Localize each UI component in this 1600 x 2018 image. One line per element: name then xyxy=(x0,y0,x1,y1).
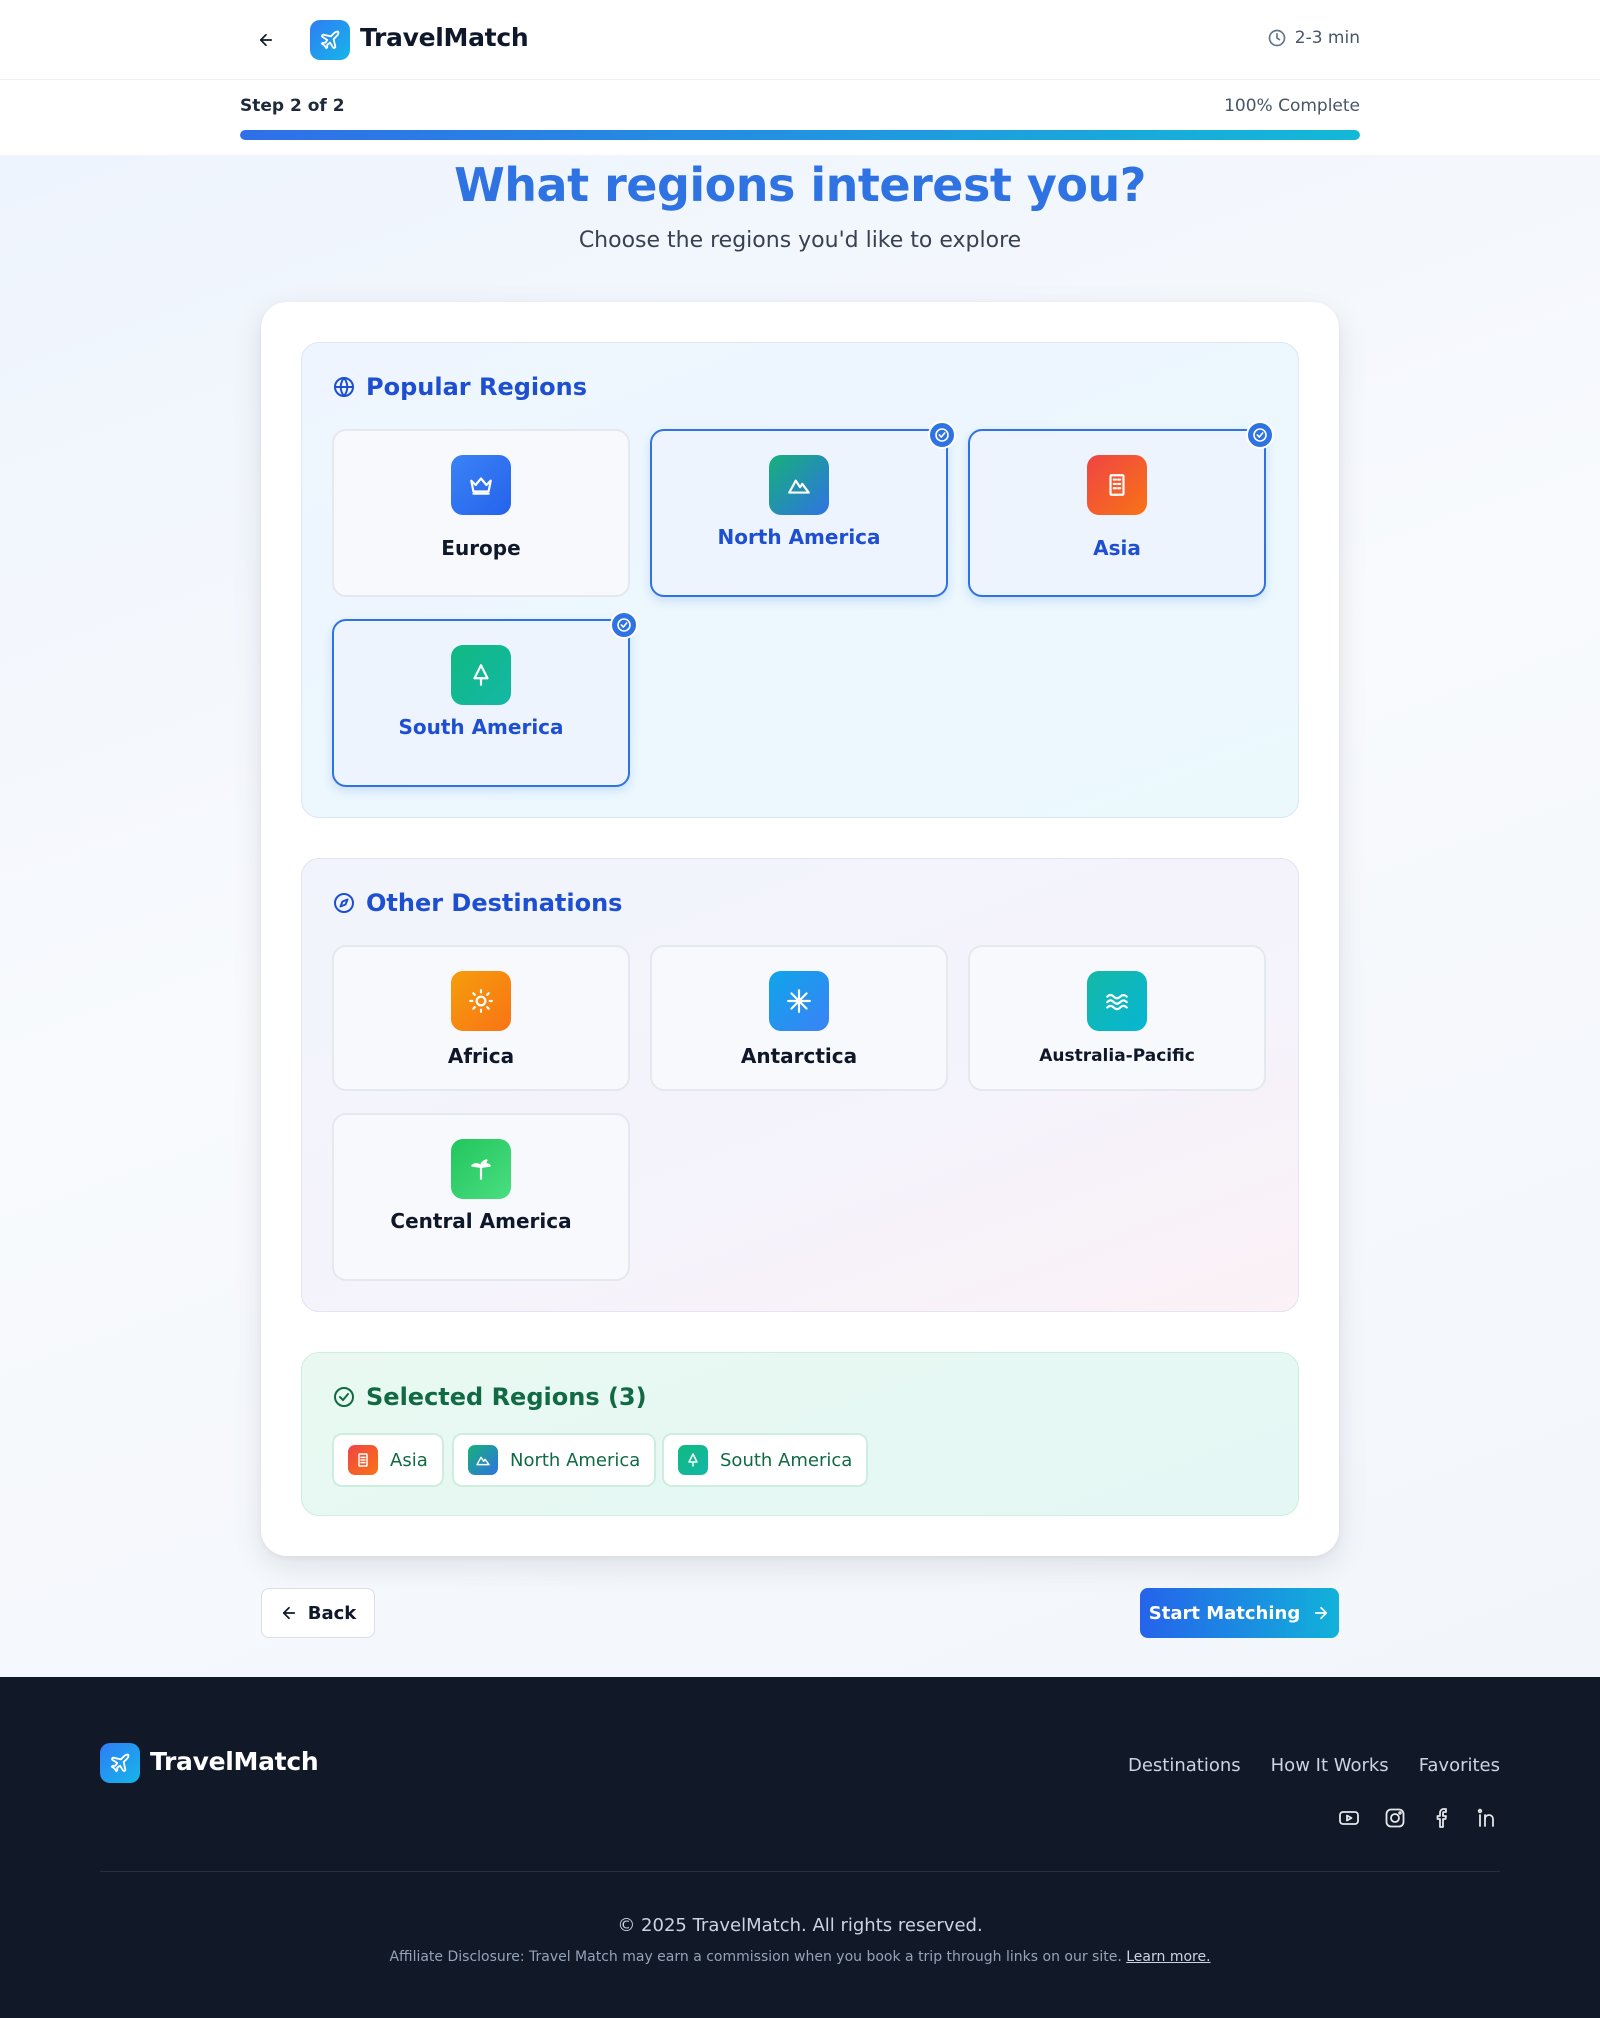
check-circle-icon xyxy=(610,611,638,639)
other-destinations-title: Other Destinations xyxy=(366,889,623,917)
brand-name[interactable]: TravelMatch xyxy=(360,23,529,52)
region-tile-north-america[interactable]: North America xyxy=(650,421,956,597)
progress-bar xyxy=(240,130,1360,140)
top-header: TravelMatch 2-3 min xyxy=(0,0,1600,80)
palm-icon xyxy=(451,1139,511,1199)
region-tile-central-america[interactable]: Central America xyxy=(332,1113,630,1281)
page-title: What regions interest you? xyxy=(454,158,1146,212)
page-footer: TravelMatch Destinations How It Works Fa… xyxy=(0,1677,1600,2018)
plane-logo-icon[interactable] xyxy=(100,1743,140,1783)
check-circle-icon xyxy=(332,1385,356,1409)
back-arrow-icon[interactable] xyxy=(252,26,280,54)
social-links xyxy=(1336,1805,1500,1831)
learn-more-link[interactable]: Learn more. xyxy=(1126,1949,1210,1965)
region-label: North America xyxy=(717,525,881,549)
footer-link-favorites[interactable]: Favorites xyxy=(1419,1755,1500,1776)
waves-icon xyxy=(1087,971,1147,1031)
selected-chip-south-america[interactable]: South America xyxy=(662,1433,869,1487)
selected-chip-north-america[interactable]: North America xyxy=(452,1433,657,1487)
selected-chip-asia[interactable]: Asia xyxy=(332,1433,444,1487)
sun-icon xyxy=(451,971,511,1031)
time-estimate: 2-3 min xyxy=(1267,28,1360,48)
check-circle-icon xyxy=(928,421,956,449)
region-label: Australia-Pacific xyxy=(1039,1046,1195,1066)
page-subtitle: Choose the regions you'd like to explore xyxy=(578,228,1022,253)
progress-bar-fill xyxy=(240,130,1360,140)
youtube-icon[interactable] xyxy=(1336,1805,1362,1831)
chip-label: Asia xyxy=(390,1449,428,1471)
instagram-icon[interactable] xyxy=(1382,1805,1408,1831)
affiliate-disclosure: Affiliate Disclosure: Travel Match may e… xyxy=(0,1949,1600,1965)
popular-regions-heading: Popular Regions xyxy=(332,373,587,401)
region-tile-africa[interactable]: Africa xyxy=(332,945,630,1091)
selected-regions-title: Selected Regions (3) xyxy=(366,1383,647,1411)
check-circle-icon xyxy=(1246,421,1274,449)
popular-regions-title: Popular Regions xyxy=(366,373,587,401)
selected-regions-section: Selected Regions (3) Asia North America … xyxy=(301,1352,1299,1516)
tree-icon xyxy=(451,645,511,705)
selected-regions-heading: Selected Regions (3) xyxy=(332,1383,647,1411)
step-label: Step 2 of 2 xyxy=(240,96,345,116)
chip-label: North America xyxy=(510,1449,641,1471)
building-icon xyxy=(348,1445,378,1475)
footer-brand[interactable]: TravelMatch xyxy=(150,1747,319,1776)
chip-label: South America xyxy=(720,1449,853,1471)
region-tile-australia-pacific[interactable]: Australia-Pacific xyxy=(968,945,1266,1091)
tree-icon xyxy=(678,1445,708,1475)
affiliate-text: Affiliate Disclosure: Travel Match may e… xyxy=(389,1949,1122,1965)
region-tile-antarctica[interactable]: Antarctica xyxy=(650,945,948,1091)
snowflake-icon xyxy=(769,971,829,1031)
compass-icon xyxy=(332,891,356,915)
selection-card: Popular Regions Europe North America Asi… xyxy=(261,302,1339,1556)
region-label: Asia xyxy=(1093,536,1141,560)
region-tile-asia[interactable]: Asia xyxy=(968,421,1274,597)
mountain-icon xyxy=(468,1445,498,1475)
globe-icon xyxy=(332,375,356,399)
region-label: Central America xyxy=(390,1209,572,1233)
facebook-icon[interactable] xyxy=(1428,1805,1454,1831)
percent-label: 100% Complete xyxy=(1224,96,1360,116)
progress-section: Step 2 of 2 100% Complete xyxy=(0,80,1600,155)
copyright: © 2025 TravelMatch. All rights reserved. xyxy=(617,1915,983,1936)
footer-links: Destinations How It Works Favorites xyxy=(1128,1755,1500,1776)
footer-link-destinations[interactable]: Destinations xyxy=(1128,1755,1241,1776)
other-destinations-section: Other Destinations Africa Antarctica Aus… xyxy=(301,858,1299,1312)
arrow-left-icon xyxy=(280,1604,298,1622)
region-tile-south-america[interactable]: South America xyxy=(332,611,638,787)
building-icon xyxy=(1087,455,1147,515)
start-matching-button[interactable]: Start Matching xyxy=(1140,1588,1339,1638)
footer-link-how-it-works[interactable]: How It Works xyxy=(1271,1755,1389,1776)
back-button-label: Back xyxy=(307,1602,357,1624)
plane-logo-icon[interactable] xyxy=(310,20,350,60)
popular-regions-section: Popular Regions Europe North America Asi… xyxy=(301,342,1299,818)
region-label: Africa xyxy=(447,1044,515,1068)
footer-divider xyxy=(100,1871,1500,1872)
region-label: South America xyxy=(398,715,564,739)
mountain-icon xyxy=(769,455,829,515)
back-button[interactable]: Back xyxy=(261,1588,375,1638)
arrow-right-icon xyxy=(1312,1604,1330,1622)
crown-icon xyxy=(451,455,511,515)
region-label: Europe xyxy=(441,536,521,560)
time-label: 2-3 min xyxy=(1294,28,1360,48)
start-button-label: Start Matching xyxy=(1148,1602,1301,1624)
linkedin-icon[interactable] xyxy=(1474,1805,1500,1831)
other-destinations-heading: Other Destinations xyxy=(332,889,622,917)
region-label: Antarctica xyxy=(740,1044,858,1068)
region-tile-europe[interactable]: Europe xyxy=(332,429,630,597)
clock-icon xyxy=(1267,28,1287,48)
